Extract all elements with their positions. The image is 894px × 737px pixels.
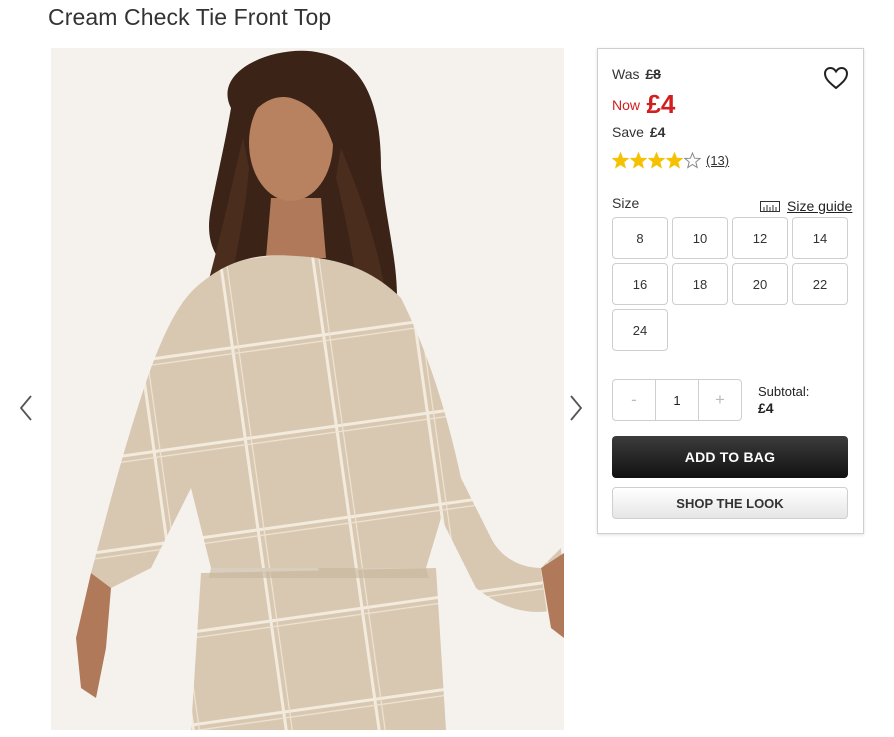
price-now: Now £4: [612, 89, 675, 120]
chevron-right-icon: [570, 395, 583, 421]
shop-the-look-button[interactable]: SHOP THE LOOK: [612, 487, 848, 519]
star-empty-icon: [684, 152, 701, 169]
product-purchase-panel: Was £8 Now £4 Save £4 (13) Size Size gui…: [597, 48, 864, 534]
quantity-increase-button[interactable]: +: [699, 380, 741, 420]
chevron-left-icon: [19, 395, 32, 421]
wishlist-button[interactable]: [822, 65, 850, 91]
reviews-count-link[interactable]: (13): [706, 153, 729, 168]
subtotal-value: £4: [758, 400, 774, 416]
price-was: Was £8: [612, 66, 661, 82]
product-title: Cream Check Tie Front Top: [48, 4, 332, 30]
product-rating: (13): [612, 152, 729, 169]
next-image-arrow[interactable]: [564, 393, 586, 423]
size-label: Size: [612, 195, 640, 211]
size-option-10[interactable]: 10: [672, 217, 728, 259]
add-to-bag-button[interactable]: ADD TO BAG: [612, 436, 848, 478]
size-option-8[interactable]: 8: [612, 217, 668, 259]
save-amount: £4: [649, 124, 666, 140]
quantity-decrease-button[interactable]: -: [613, 380, 655, 420]
quantity-input[interactable]: 1: [655, 380, 699, 420]
heart-icon: [823, 66, 849, 90]
size-guide-link[interactable]: Size guide: [760, 198, 852, 214]
now-label: Now: [612, 97, 641, 113]
save-label: Save: [612, 124, 644, 140]
price-save: Save £4: [612, 124, 665, 140]
product-image[interactable]: [51, 48, 564, 730]
star-filled-icon: [612, 152, 629, 169]
size-option-24[interactable]: 24: [612, 309, 668, 351]
was-price: £8: [645, 66, 661, 82]
model-photo: [51, 48, 564, 730]
size-options: 8 10 12 14 16 18 20 22 24: [612, 217, 848, 351]
quantity-stepper: - 1 +: [612, 379, 742, 421]
rating-stars: [612, 152, 701, 169]
size-option-14[interactable]: 14: [792, 217, 848, 259]
ruler-icon: [760, 200, 780, 212]
was-label: Was: [612, 66, 640, 82]
subtotal: Subtotal: £4: [758, 383, 809, 417]
size-option-18[interactable]: 18: [672, 263, 728, 305]
previous-image-arrow[interactable]: [16, 393, 38, 423]
size-option-16[interactable]: 16: [612, 263, 668, 305]
size-option-20[interactable]: 20: [732, 263, 788, 305]
subtotal-label: Subtotal:: [758, 384, 810, 399]
size-option-22[interactable]: 22: [792, 263, 848, 305]
size-option-12[interactable]: 12: [732, 217, 788, 259]
star-filled-icon: [648, 152, 665, 169]
star-filled-icon: [630, 152, 647, 169]
size-guide-label: Size guide: [787, 198, 853, 214]
star-filled-icon: [666, 152, 683, 169]
now-price: £4: [646, 89, 676, 119]
